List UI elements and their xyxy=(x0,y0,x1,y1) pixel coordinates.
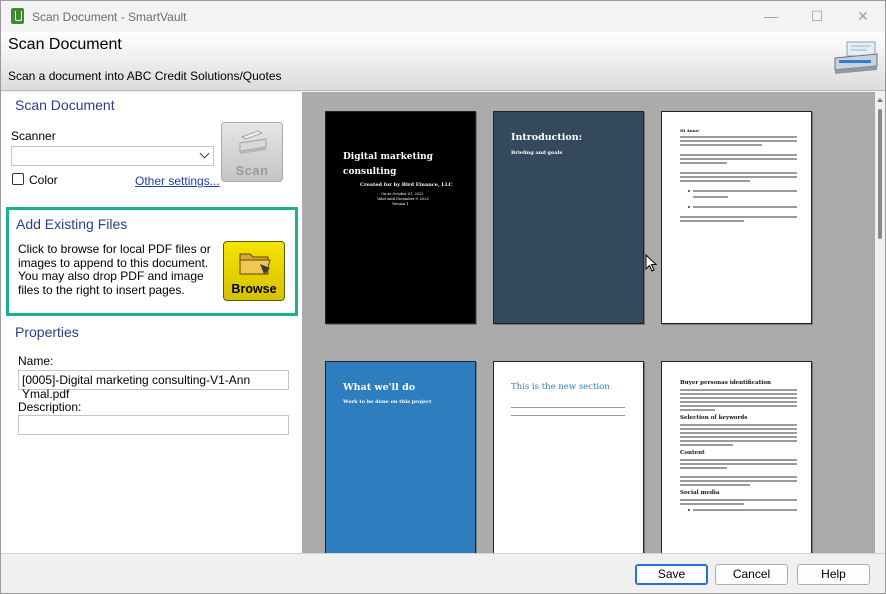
add-existing-files-panel: Add Existing Files Click to browse for l… xyxy=(6,207,298,316)
divider xyxy=(511,407,625,408)
scan-button-label: Scan xyxy=(235,163,269,178)
add-files-title: Add Existing Files xyxy=(16,216,128,232)
description-field[interactable] xyxy=(18,415,289,435)
scan-section-title: Scan Document xyxy=(15,97,115,113)
page-line: On ae October 01, 2022 xyxy=(381,192,424,196)
color-label: Color xyxy=(29,173,58,187)
page-title: Scan Document xyxy=(8,36,122,53)
page-thumbnail[interactable]: This is the new section xyxy=(493,361,644,553)
scanner-icon xyxy=(239,130,267,154)
page-thumbnail[interactable]: Hi Anne! xyxy=(661,111,812,324)
app-icon xyxy=(11,8,24,24)
color-checkbox[interactable] xyxy=(12,173,24,185)
page-heading: Buyer personas identification xyxy=(680,380,772,386)
page-title-text: What we'll do xyxy=(343,382,416,393)
browse-button[interactable]: Browse xyxy=(223,241,285,301)
page-heading: Social media xyxy=(680,490,720,496)
divider xyxy=(511,415,625,416)
preview-scrollbar[interactable] xyxy=(875,92,885,553)
left-panel: Scan Document Scanner Color Other settin… xyxy=(1,92,302,553)
scrollbar-thumb[interactable] xyxy=(878,109,882,239)
scan-button[interactable]: Scan xyxy=(221,122,283,182)
page-preview-area[interactable]: Digital marketing consulting Created for… xyxy=(302,92,875,553)
header-band: Scan Document Scan a document into ABC C… xyxy=(1,32,885,91)
page-heading: Content xyxy=(680,450,705,456)
page-line: Valid until December 9, 2022 xyxy=(377,197,429,201)
page-thumbnail[interactable]: What we'll do Work to be done on this pr… xyxy=(325,361,476,553)
page-thumbnail[interactable]: Buyer personas identification Selection … xyxy=(661,361,812,553)
cancel-button[interactable]: Cancel xyxy=(715,564,788,585)
scanner-label: Scanner xyxy=(11,129,56,143)
page-body: Hi Anne! xyxy=(680,128,797,224)
chevron-down-icon xyxy=(199,148,210,159)
page-title-text: Hi Anne! xyxy=(680,128,700,133)
page-subtitle-text: Work to be done on this project xyxy=(343,399,432,405)
minimize-button[interactable]: — xyxy=(748,1,794,32)
close-button[interactable]: ✕ xyxy=(840,1,886,32)
page-thumbnail[interactable]: Introduction: Briefing and goals xyxy=(493,111,644,324)
description-label: Description: xyxy=(18,400,82,414)
page-title-text: This is the new section xyxy=(511,382,610,392)
browse-button-label: Browse xyxy=(231,282,277,296)
page-subtitle: Scan a document into ABC Credit Solution… xyxy=(8,69,282,83)
folder-icon xyxy=(239,253,271,275)
scanner-icon xyxy=(834,41,878,74)
scan-document-window: Scan Document - SmartVault — ☐ ✕ Scan Do… xyxy=(0,0,886,594)
page-title-text: Digital marketing consulting xyxy=(343,152,433,177)
page-heading: Selection of keywords xyxy=(680,415,748,421)
name-field[interactable]: [0005]-Digital marketing consulting-V1-A… xyxy=(18,370,289,401)
scanner-select[interactable] xyxy=(11,146,214,166)
scroll-up-icon[interactable] xyxy=(877,98,883,102)
add-files-description: Click to browse for local PDF files or i… xyxy=(18,242,211,297)
page-thumbnail[interactable]: Digital marketing consulting Created for… xyxy=(325,111,476,324)
page-body: Buyer personas identification Selection … xyxy=(680,376,797,513)
properties-title: Properties xyxy=(15,324,79,340)
page-line: Version 1 xyxy=(392,202,409,206)
help-button[interactable]: Help xyxy=(797,564,870,585)
title-bar: Scan Document - SmartVault — ☐ ✕ xyxy=(1,1,885,32)
other-settings-link[interactable]: Other settings... xyxy=(135,174,220,188)
dialog-button-bar: Save Cancel Help xyxy=(1,553,885,593)
page-subtitle-text: Briefing and goals xyxy=(511,150,563,156)
page-subtitle-text: Created for by Bird Finance, LLC xyxy=(360,182,453,188)
window-title: Scan Document - SmartVault xyxy=(32,10,187,24)
save-button[interactable]: Save xyxy=(635,564,708,585)
maximize-button[interactable]: ☐ xyxy=(794,1,840,32)
name-label: Name: xyxy=(18,354,54,368)
page-title-text: Introduction: xyxy=(511,132,583,143)
cursor-icon xyxy=(645,254,658,272)
